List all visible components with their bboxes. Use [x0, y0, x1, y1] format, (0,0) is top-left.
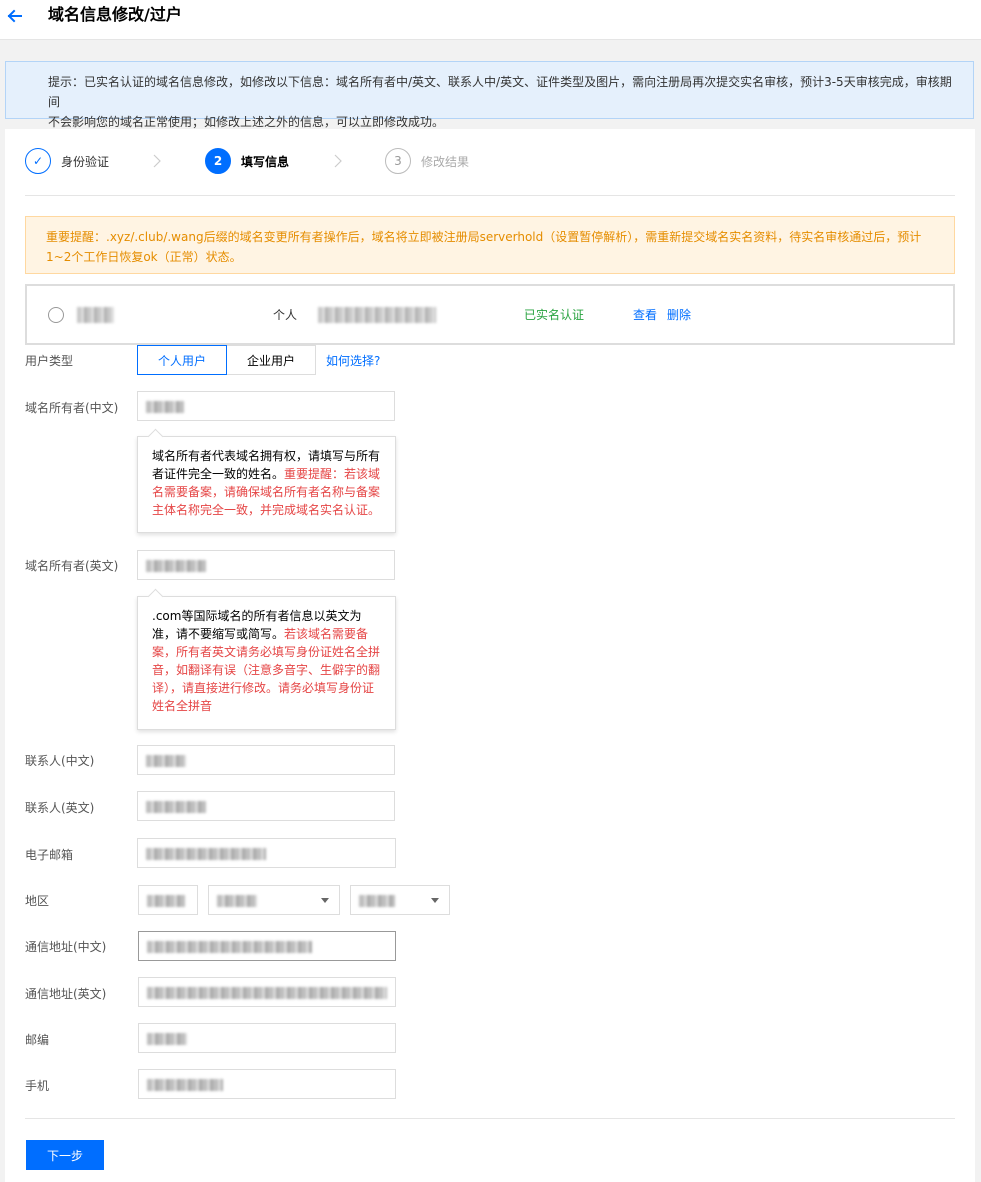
- chevron-right-icon: [153, 154, 161, 168]
- step-result: 3 修改结果: [385, 148, 469, 174]
- step-label: 身份验证: [61, 154, 110, 169]
- contact-name-redacted: [77, 307, 114, 323]
- country-select[interactable]: [138, 885, 198, 915]
- redacted-value: [147, 1033, 187, 1045]
- redacted-value: [146, 401, 184, 413]
- contact-radio[interactable]: [48, 307, 64, 323]
- delete-link[interactable]: 删除: [667, 306, 691, 323]
- enterprise-user-option[interactable]: 企业用户: [226, 345, 316, 375]
- step-label: 填写信息: [241, 154, 290, 169]
- view-link[interactable]: 查看: [633, 306, 657, 323]
- contact-cn-label: 联系人(中文): [25, 754, 95, 768]
- redacted-value: [217, 895, 257, 907]
- city-select[interactable]: [350, 885, 450, 915]
- notice-line: 提示：已实名认证的域名信息修改，如修改以下信息：域名所有者中/英文、联系人中/英…: [48, 75, 952, 109]
- form-panel: ✓ 身份验证 2 填写信息 3 修改结果 重要提醒：.xyz/.club/.wa…: [5, 129, 975, 1182]
- arrow-left-icon[interactable]: [6, 7, 24, 25]
- redacted-value: [146, 755, 186, 767]
- address-en-input[interactable]: [138, 977, 396, 1007]
- warning-line: 重要提醒：.xyz/.club/.wang后缀的域名变更所有者操作后，域名将立即…: [46, 230, 922, 244]
- contact-cn-input[interactable]: [137, 745, 395, 775]
- page-header: 域名信息修改/过户: [0, 0, 981, 40]
- step-number: 2: [205, 148, 231, 174]
- check-icon: ✓: [25, 148, 51, 174]
- caret-down-icon: [321, 898, 329, 903]
- address-cn-label: 通信地址(中文): [25, 940, 107, 954]
- owner-en-tooltip: .com等国际域名的所有者信息以英文为准，请不要缩写或简写。若该域名需要备案，所…: [137, 596, 396, 730]
- postcode-input[interactable]: [138, 1023, 396, 1053]
- contact-en-input[interactable]: [137, 791, 395, 821]
- address-en-label: 通信地址(英文): [25, 987, 107, 1001]
- redacted-value: [146, 560, 206, 572]
- warning-line: 1~2个工作日恢复ok（正常）状态。: [46, 250, 242, 264]
- phone-label: 手机: [25, 1079, 50, 1093]
- redacted-value: [147, 987, 387, 999]
- step-fill-info: 2 填写信息: [205, 148, 289, 174]
- owner-cn-input[interactable]: [137, 391, 395, 421]
- user-type-label: 用户类型: [25, 354, 74, 368]
- contact-en-label: 联系人(英文): [25, 801, 95, 815]
- contact-email-redacted: [318, 307, 436, 323]
- address-cn-input[interactable]: [138, 931, 396, 961]
- warning-alert: 重要提醒：.xyz/.club/.wang后缀的域名变更所有者操作后，域名将立即…: [25, 216, 955, 274]
- page-title: 域名信息修改/过户: [48, 5, 182, 24]
- step-label: 修改结果: [421, 154, 470, 169]
- verification-status: 已实名认证: [524, 308, 585, 322]
- owner-cn-label: 域名所有者(中文): [25, 401, 119, 415]
- redacted-value: [147, 1079, 223, 1091]
- individual-user-option[interactable]: 个人用户: [137, 345, 227, 375]
- redacted-value: [147, 895, 185, 907]
- postcode-label: 邮编: [25, 1033, 50, 1047]
- redacted-value: [146, 801, 206, 813]
- how-to-choose-link[interactable]: 如何选择?: [326, 352, 380, 369]
- owner-en-input[interactable]: [137, 550, 395, 580]
- email-input[interactable]: [137, 838, 396, 868]
- email-label: 电子邮箱: [25, 848, 74, 862]
- chevron-right-icon: [334, 154, 342, 168]
- redacted-value: [359, 895, 395, 907]
- step-number: 3: [385, 148, 411, 174]
- divider: [25, 195, 955, 196]
- region-label: 地区: [25, 894, 50, 908]
- owner-en-label: 域名所有者(英文): [25, 559, 119, 573]
- owner-cn-tooltip: 域名所有者代表域名拥有权，请填写与所有者证件完全一致的姓名。重要提醒：若该域名需…: [137, 436, 396, 533]
- contact-type: 个人: [273, 308, 298, 322]
- phone-input[interactable]: [138, 1069, 396, 1099]
- divider: [25, 1118, 955, 1119]
- province-select[interactable]: [208, 885, 340, 915]
- redacted-value: [146, 848, 266, 860]
- redacted-value: [147, 941, 312, 953]
- stepper: ✓ 身份验证 2 填写信息 3 修改结果: [25, 148, 935, 174]
- info-notice: 提示：已实名认证的域名信息修改，如修改以下信息：域名所有者中/英文、联系人中/英…: [5, 61, 974, 129]
- step-identity-verification: ✓ 身份验证: [25, 148, 109, 174]
- caret-down-icon: [431, 898, 439, 903]
- next-step-button[interactable]: 下一步: [26, 1140, 104, 1170]
- contact-template-card: 个人 已实名认证 查看 删除: [25, 284, 955, 345]
